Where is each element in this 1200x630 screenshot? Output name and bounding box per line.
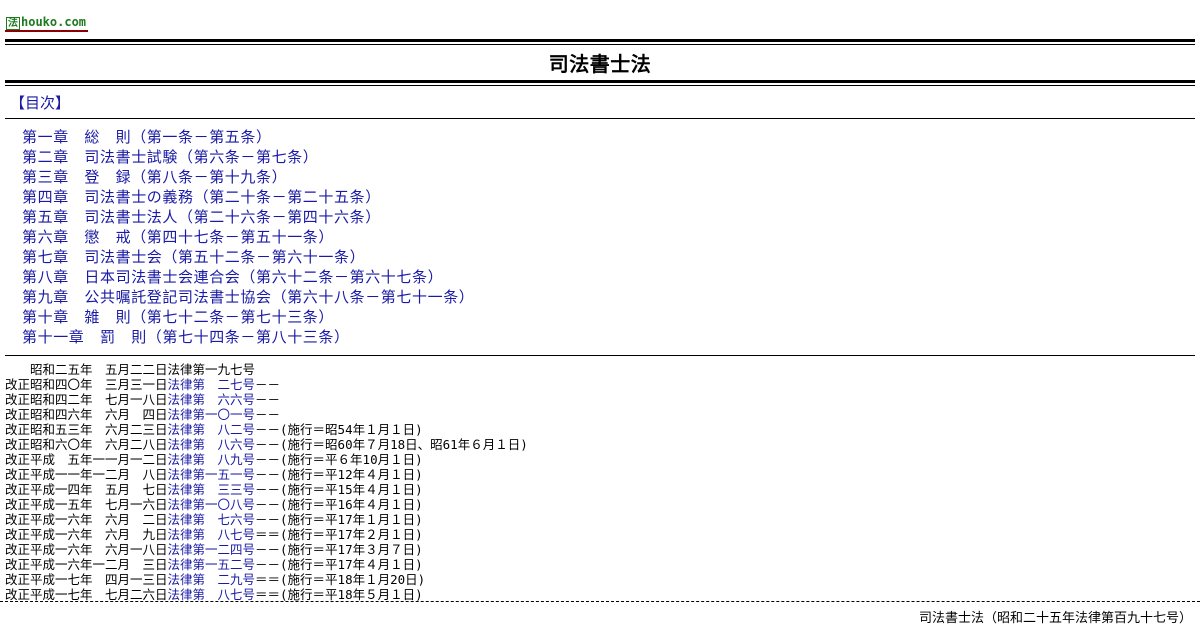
history-note: －－ — [255, 377, 281, 392]
history-date: 改正平成一七年 七月二六日 — [5, 587, 168, 602]
toc-chapter-link[interactable]: 第八章 日本司法書士会連合会（第六十二条－第六十七条） — [22, 267, 474, 287]
history-row: 改正昭和四〇年 三月三一日法律第 二七号－－ — [5, 377, 528, 392]
logo-mark: 法 — [6, 17, 20, 30]
title-bottom-rule — [5, 80, 1195, 86]
history-row: 改正平成一六年 六月 九日法律第 八七号＝＝(施行＝平17年２月１日) — [5, 527, 528, 542]
history-row: 改正平成一七年 四月一三日法律第 二九号＝＝(施行＝平18年１月20日) — [5, 572, 528, 587]
history-date: 改正平成一五年 七月一六日 — [5, 497, 168, 512]
history-law-number[interactable]: 法律第 八二号 — [168, 422, 256, 437]
history-note: －－ — [255, 407, 281, 422]
history-law-number[interactable]: 法律第 二七号 — [168, 377, 256, 392]
history-note: －－(施行＝平６年10月１日) — [255, 452, 423, 467]
toc-chapter-link[interactable]: 第三章 登 録（第八条－第十九条） — [22, 167, 474, 187]
amendment-history: 昭和二五年 五月二二日法律第一九七号 改正昭和四〇年 三月三一日法律第 二七号－－… — [5, 362, 528, 602]
history-note: －－(施行＝平17年４月１日) — [255, 557, 423, 572]
history-law-number[interactable]: 法律第一二四号 — [168, 542, 256, 557]
history-row: 改正平成一五年 七月一六日法律第一〇八号－－(施行＝平16年４月１日) — [5, 497, 528, 512]
history-law-number[interactable]: 法律第 八七号 — [168, 587, 256, 602]
history-date: 改正昭和四二年 七月一八日 — [5, 392, 168, 407]
history-row: 改正平成一七年 七月二六日法律第 八七号＝＝(施行＝平18年５月１日) — [5, 587, 528, 602]
footer-law-citation: 司法書士法（昭和二十五年法律第百九十七号） — [918, 611, 1192, 626]
history-row: 改正昭和五三年 六月二三日法律第 八二号－－(施行＝昭54年１月１日) — [5, 422, 528, 437]
history-date: 改正平成一七年 四月一三日 — [5, 572, 168, 587]
history-date: 改正昭和四〇年 三月三一日 — [5, 377, 168, 392]
history-row: 改正昭和四六年 六月 四日法律第一〇一号－－ — [5, 407, 528, 422]
toc-chapter-link[interactable]: 第五章 司法書士法人（第二十六条－第四十六条） — [22, 207, 474, 227]
toc-chapter-link[interactable]: 第二章 司法書士試験（第六条－第七条） — [22, 147, 474, 167]
title-top-rule — [5, 39, 1195, 45]
history-note: ＝＝(施行＝平18年１月20日) — [255, 572, 426, 587]
history-date: 改正平成一六年 六月 九日 — [5, 527, 168, 542]
history-row: 改正昭和四二年 七月一八日法律第 六六号－－ — [5, 392, 528, 407]
site-logo[interactable]: 法 houko.com — [5, 15, 89, 32]
history-note: －－(施行＝平17年１月１日) — [255, 512, 423, 527]
toc-chapter-link[interactable]: 第九章 公共嘱託登記司法書士協会（第六十八条－第七十一条） — [22, 287, 474, 307]
history-date: 改正昭和四六年 六月 四日 — [5, 407, 168, 422]
history-law-number[interactable]: 法律第 七六号 — [168, 512, 256, 527]
history-note: ＝＝(施行＝平17年２月１日) — [255, 527, 423, 542]
history-law-number[interactable]: 法律第一五二号 — [168, 557, 256, 572]
history-note: －－ — [255, 392, 281, 407]
history-law-number[interactable]: 法律第一五一号 — [168, 467, 256, 482]
history-row: 昭和二五年 五月二二日法律第一九七号 — [5, 362, 528, 377]
history-row: 改正平成一六年 六月 二日法律第 七六号－－(施行＝平17年１月１日) — [5, 512, 528, 527]
history-note: －－(施行＝平12年４月１日) — [255, 467, 423, 482]
history-law-number[interactable]: 法律第 八六号 — [168, 437, 256, 452]
history-law-number[interactable]: 法律第 三三号 — [168, 482, 256, 497]
history-row: 改正平成一六年一二月 三日法律第一五二号－－(施行＝平17年４月１日) — [5, 557, 528, 572]
history-row: 改正昭和六〇年 六月二八日法律第 八六号－－(施行＝昭60年７月18日、昭61年… — [5, 437, 528, 452]
history-date: 改正平成一四年 五月 七日 — [5, 482, 168, 497]
history-row: 改正平成一四年 五月 七日法律第 三三号－－(施行＝平15年４月１日) — [5, 482, 528, 497]
footer-divider — [0, 601, 1200, 602]
history-date: 改正平成一六年 六月一八日 — [5, 542, 168, 557]
history-note: －－(施行＝昭60年７月18日、昭61年６月１日) — [255, 437, 528, 452]
toc-heading[interactable]: 【目次】 — [10, 92, 70, 113]
history-date: 改正昭和五三年 六月二三日 — [5, 422, 168, 437]
history-date: 改正昭和六〇年 六月二八日 — [5, 437, 168, 452]
table-of-contents: 第一章 総 則（第一条－第五条） 第二章 司法書士試験（第六条－第七条） 第三章 登… — [22, 127, 474, 347]
history-law-number[interactable]: 法律第一〇一号 — [168, 407, 256, 422]
history-date: 改正平成一一年一二月 八日 — [5, 467, 168, 482]
history-law-number[interactable]: 法律第 八七号 — [168, 527, 256, 542]
history-law-number[interactable]: 法律第 六六号 — [168, 392, 256, 407]
history-note: －－(施行＝平15年４月１日) — [255, 482, 423, 497]
history-law-number[interactable]: 法律第一〇八号 — [168, 497, 256, 512]
history-date: 改正平成一六年一二月 三日 — [5, 557, 168, 572]
history-row: 改正平成一六年 六月一八日法律第一二四号－－(施行＝平17年３月７日) — [5, 542, 528, 557]
logo-text: houko.com — [21, 15, 87, 29]
history-note: ＝＝(施行＝平18年５月１日) — [255, 587, 423, 602]
history-law-number[interactable]: 法律第 二九号 — [168, 572, 256, 587]
history-note: －－(施行＝平17年３月７日) — [255, 542, 423, 557]
toc-chapter-link[interactable]: 第七章 司法書士会（第五十二条－第六十一条） — [22, 247, 474, 267]
toc-chapter-link[interactable]: 第四章 司法書士の義務（第二十条－第二十五条） — [22, 187, 474, 207]
toc-top-rule — [5, 118, 1195, 119]
history-row: 改正平成一一年一二月 八日法律第一五一号－－(施行＝平12年４月１日) — [5, 467, 528, 482]
history-note: －－(施行＝昭54年１月１日) — [255, 422, 423, 437]
history-date: 改正平成一六年 六月 二日 — [5, 512, 168, 527]
history-law-number: 法律第一九七号 — [167, 362, 256, 377]
toc-chapter-link[interactable]: 第一章 総 則（第一条－第五条） — [22, 127, 474, 147]
history-note: －－(施行＝平16年４月１日) — [255, 497, 423, 512]
toc-chapter-link[interactable]: 第六章 懲 戒（第四十七条－第五十一条） — [22, 227, 474, 247]
toc-bottom-rule — [5, 355, 1195, 356]
history-date: 昭和二五年 五月二二日 — [5, 362, 168, 377]
history-row: 改正平成 五年一一月一二日法律第 八九号－－(施行＝平６年10月１日) — [5, 452, 528, 467]
history-law-number[interactable]: 法律第 八九号 — [168, 452, 256, 467]
toc-chapter-link[interactable]: 第十一章 罰 則（第七十四条－第八十三条） — [22, 327, 474, 347]
page-title: 司法書士法 — [548, 52, 652, 76]
toc-chapter-link[interactable]: 第十章 雑 則（第七十二条－第七十三条） — [22, 307, 474, 327]
history-date: 改正平成 五年一一月一二日 — [5, 452, 168, 467]
